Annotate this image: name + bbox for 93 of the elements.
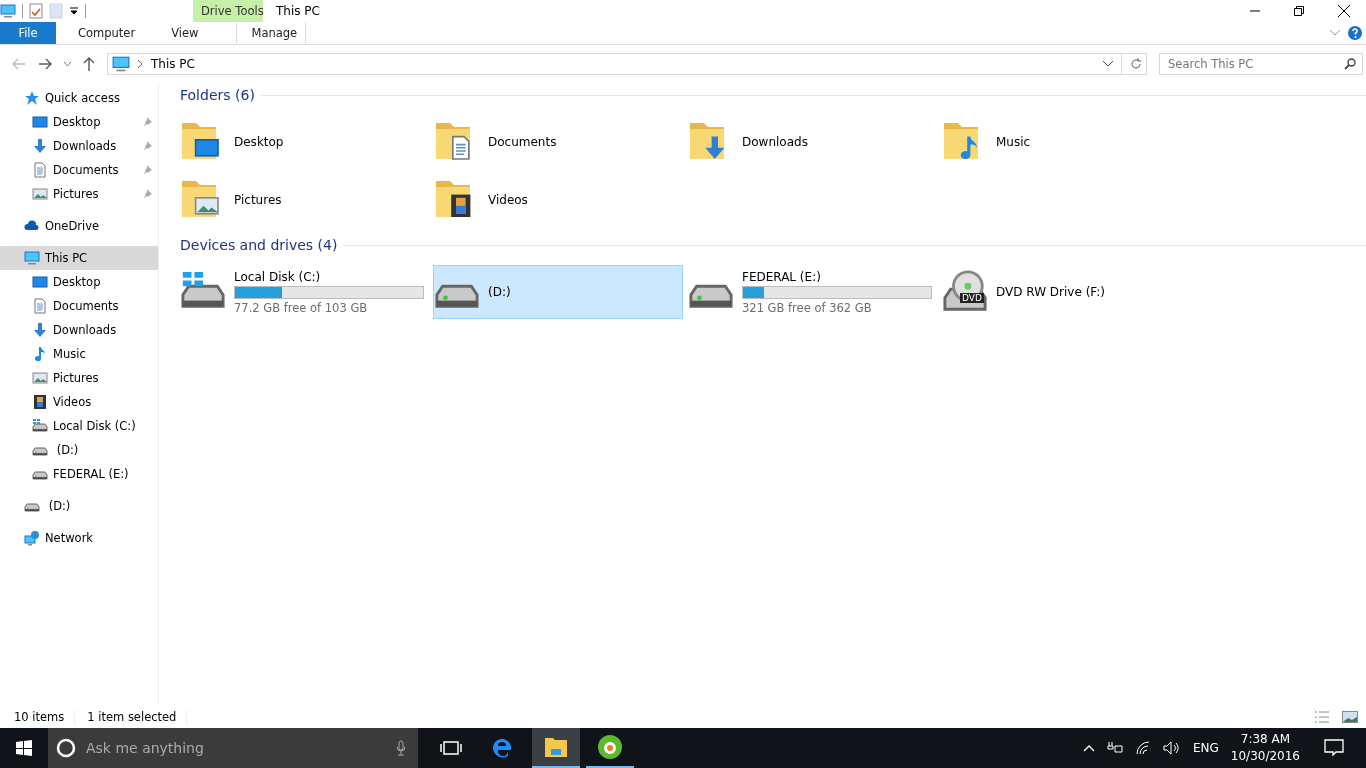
drive-tile[interactable]: FEDERAL (E:) 321 GB free of 362 GB [687,265,937,319]
drive-tile[interactable]: DVD DVD RW Drive (F:) [941,265,1191,319]
nav-item[interactable]: This PC [0,246,158,270]
monitor-icon [32,274,48,290]
clock[interactable]: 7:38 AM 10/30/2016 [1230,731,1300,765]
nav-item[interactable]: Videos [0,390,158,414]
ribbon-tab[interactable]: Computer [64,22,150,44]
large-icons-view-icon[interactable] [1342,710,1358,723]
nav-item[interactable]: Local Disk (C:) [0,414,158,438]
window-title: This PC [276,4,320,18]
film-icon [32,394,48,410]
nav-item[interactable]: Pictures [0,182,158,206]
nav-item[interactable]: Quick access [0,86,158,110]
expand-ribbon-icon[interactable] [1330,30,1340,36]
nav-item[interactable]: (D:) [0,494,158,518]
group-heading[interactable]: Devices and drives (4) [165,237,338,253]
picture-icon [32,186,48,202]
browser-icon [490,736,514,760]
task-view-icon[interactable] [440,740,462,756]
down-arrow-icon [32,138,48,154]
computer-icon [0,3,16,19]
computer-icon [24,250,40,266]
nav-item[interactable]: (D:) [0,438,158,462]
folder-tile[interactable]: Videos [433,173,683,227]
folder-tile[interactable]: Pictures [179,173,429,227]
free-space: 77.2 GB free of 103 GB [234,300,369,315]
folder-icon [544,736,568,758]
nav-item[interactable]: Desktop [0,270,158,294]
selection-count: 1 item selected [87,709,188,724]
address-bar[interactable]: This PC [107,53,1147,75]
group-heading[interactable]: Folders (6) [165,87,255,103]
drive-name: (D:) [488,285,512,299]
recent-dropdown-icon[interactable] [64,61,71,67]
item-count: 10 items [14,709,76,724]
computer-icon [112,55,130,73]
taskbar-app[interactable] [532,728,580,768]
drive-name: Local Disk (C:) [234,269,322,284]
nav-item[interactable]: Downloads [0,134,158,158]
folder-tile[interactable]: Downloads [687,115,937,169]
search-icon [1344,58,1356,70]
restore-icon[interactable] [1294,6,1304,16]
chevron-up-icon[interactable] [1082,744,1095,752]
document-icon [32,162,48,178]
dropdown-icon[interactable] [69,6,79,16]
nav-item[interactable]: Music [0,342,158,366]
file-tab[interactable]: File [0,22,56,44]
drive-name: DVD RW Drive (F:) [996,285,1106,299]
nav-item[interactable]: Pictures [0,366,158,390]
start-icon[interactable] [16,740,32,756]
folder-tile[interactable]: Documents [433,115,683,169]
context-tab-header: Drive Tools [193,0,263,22]
drive-icon [32,418,48,434]
microphone-icon[interactable] [396,740,406,756]
properties-icon[interactable] [29,3,43,19]
folder-tile[interactable]: Desktop [179,115,429,169]
nav-item[interactable]: Desktop [0,110,158,134]
dropdown-icon[interactable] [1103,61,1113,67]
drive-tile[interactable]: (D:) [433,265,683,319]
drive-name: FEDERAL (E:) [742,269,822,284]
search-input[interactable]: Ask me anything [84,739,388,757]
dvd-badge: DVD [960,293,984,303]
nav-item[interactable]: Documents [0,158,158,182]
notification-icon[interactable] [1324,739,1344,757]
network-icon [24,530,40,546]
search-field[interactable]: Search This PC [1159,53,1363,75]
forward-arrow-icon[interactable] [38,58,52,70]
refresh-icon[interactable] [1130,58,1142,70]
help-icon[interactable] [1348,26,1362,40]
free-space: 321 GB free of 362 GB [742,300,873,315]
drive-tile[interactable]: Local Disk (C:) 77.2 GB free of 103 GB [179,265,429,319]
nav-item[interactable]: Downloads [0,318,158,342]
wifi-icon[interactable] [1134,741,1151,755]
close-icon[interactable] [1338,5,1350,17]
star-icon [24,90,40,106]
taskbar-search-field[interactable]: Ask me anything [48,728,418,768]
picture-icon [32,370,48,386]
monitor-icon [32,114,48,130]
chevron-icon [138,60,143,68]
language-indicator[interactable]: ENG [1192,741,1219,755]
nav-item[interactable]: Documents [0,294,158,318]
battery-icon[interactable] [1106,742,1123,754]
down-arrow-icon [32,322,48,338]
music-note-icon [32,346,48,362]
nav-item[interactable]: OneDrive [0,214,158,238]
nav-item[interactable]: FEDERAL (E:) [0,462,158,486]
ribbon-tab[interactable]: View [157,22,213,44]
up-arrow-icon[interactable] [83,57,95,71]
folder-tile[interactable]: Music [941,115,1191,169]
app-logo-icon [597,734,623,760]
speaker-icon[interactable] [1162,741,1181,755]
cortana-ring-icon [56,738,76,758]
nav-item[interactable]: Network [0,526,158,550]
document-icon [32,298,48,314]
